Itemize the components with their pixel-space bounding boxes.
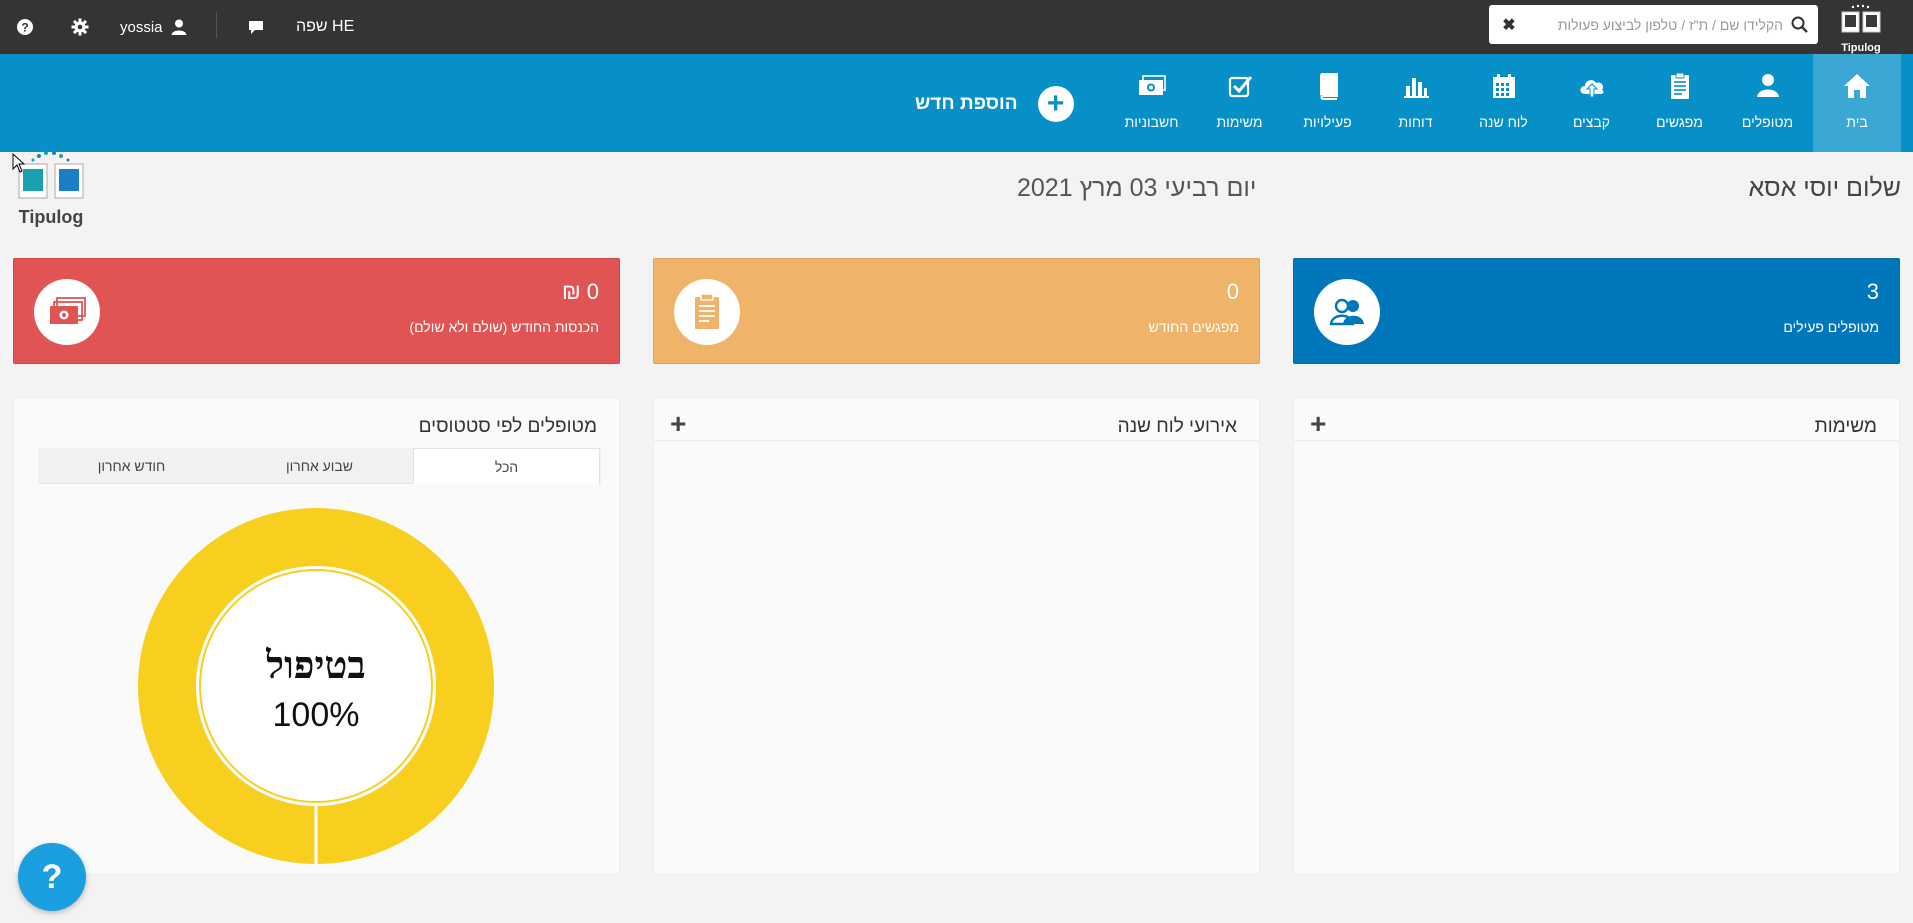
top-bar: ? yossia שפה HE ✖ Tipulog (0, 0, 1913, 54)
patients-by-status-panel: מטופלים לפי סטטוסים הכל שבוע אחרון חודש … (13, 397, 620, 875)
status-panel-title: מטופלים לפי סטטוסים (418, 416, 597, 437)
help-icon[interactable]: ? (15, 0, 35, 54)
calendar-icon (1492, 74, 1515, 98)
nav-item-label: קבצים (1572, 114, 1611, 130)
mouse-cursor-icon (12, 153, 26, 173)
tab-last-week[interactable]: שבוע אחרון (226, 448, 413, 484)
panel-divider (654, 440, 1259, 441)
active-patients-label: מטופלים פעילים (1783, 319, 1879, 335)
status-tabs: הכל שבוע אחרון חודש אחרון (38, 448, 601, 484)
user-icon (1756, 74, 1779, 97)
user-icon (171, 19, 187, 35)
calendar-events-panel: אירועי לוח שנה + (653, 397, 1260, 875)
nav-item-label: משימות (1216, 114, 1263, 130)
topbar-divider (216, 12, 217, 38)
nav-item-label: מטופלים (1741, 114, 1794, 130)
panel-divider (1294, 440, 1899, 441)
active-patients-count: 3 (1866, 279, 1879, 304)
book-icon (1319, 73, 1338, 100)
app-logo-small[interactable]: Tipulog (1835, 4, 1887, 54)
monthly-meetings-label: מפגשים החודש (1148, 319, 1239, 335)
nav-divider (1101, 58, 1102, 148)
donut-center-value: 100% (273, 696, 360, 734)
money-icon (50, 297, 86, 324)
logo-icon (1841, 4, 1881, 33)
money-icon (1138, 75, 1166, 95)
clipboard-icon (1670, 72, 1689, 99)
logo-text: Tipulog (18, 207, 84, 227)
monthly-income-amount: 0 ₪ (561, 279, 599, 304)
nav-item-patients[interactable]: מטופלים (1725, 54, 1810, 152)
cloud-upload-icon (1580, 80, 1604, 98)
nav-item-label: לוח שנה (1479, 114, 1528, 130)
checklist-icon (1228, 76, 1252, 98)
logo-text: Tipulog (1841, 42, 1881, 54)
clear-search-icon[interactable]: ✖ (1499, 15, 1519, 35)
nav-item-calendar[interactable]: לוח שנה (1461, 54, 1546, 152)
search-icon (1791, 16, 1808, 33)
nav-item-activities[interactable]: פעילויות (1285, 54, 1370, 152)
tab-all[interactable]: הכל (413, 448, 600, 484)
nav-item-files[interactable]: קבצים (1549, 54, 1634, 152)
add-event-button[interactable]: + (670, 408, 686, 440)
nav-item-label: חשבוניות (1124, 114, 1179, 130)
patients-icon-circle (1314, 279, 1380, 345)
monthly-meetings-card[interactable]: 0 מפגשים החודש (653, 258, 1260, 364)
chat-icon[interactable] (246, 0, 266, 54)
monthly-income-card[interactable]: 0 ₪ הכנסות החודש (שולם ולא שולם) (13, 258, 620, 364)
tab-last-month[interactable]: חודש אחרון (38, 448, 225, 484)
tasks-panel-title: משימות (1814, 416, 1877, 437)
calendar-panel-title: אירועי לוח שנה (1117, 416, 1237, 437)
status-donut-chart: בטיפול 100% (138, 508, 494, 864)
gear-icon[interactable] (70, 0, 90, 54)
donut-center-label: בטיפול (265, 642, 365, 687)
add-new-button[interactable]: הוספת חדש + (915, 84, 1074, 124)
user-menu[interactable]: yossia (120, 0, 189, 54)
bar-chart-icon (1403, 78, 1429, 98)
plus-circle-icon: + (1037, 86, 1074, 122)
floating-help-button[interactable]: ? (18, 843, 86, 911)
clipboard-icon (695, 293, 719, 329)
nav-item-label: פעילויות (1303, 114, 1352, 130)
add-new-label: הוספת חדש (915, 93, 1018, 114)
main-nav: בית מטופלים מפגשים קבצים לוח שנה דוחות פ… (0, 54, 1913, 152)
income-icon-circle (34, 279, 100, 345)
nav-item-label: בית (1846, 114, 1868, 130)
add-task-button[interactable]: + (1310, 408, 1326, 440)
meetings-icon-circle (674, 279, 740, 345)
language-selector[interactable]: שפה HE (296, 0, 354, 54)
monthly-meetings-count: 0 (1226, 279, 1239, 304)
nav-item-tasks[interactable]: משימות (1197, 54, 1282, 152)
nav-item-invoices[interactable]: חשבוניות (1109, 54, 1194, 152)
search-box: ✖ (1489, 5, 1818, 44)
svg-text:?: ? (21, 21, 28, 35)
greeting-text: שלום יוסי אסא (1748, 174, 1901, 202)
nav-item-label: מפגשים (1656, 114, 1703, 130)
home-icon (1844, 74, 1870, 98)
nav-item-meetings[interactable]: מפגשים (1637, 54, 1722, 152)
nav-item-label: דוחות (1398, 114, 1433, 130)
monthly-income-label: הכנסות החודש (שולם ולא שולם) (409, 319, 599, 335)
username: yossia (120, 18, 163, 36)
tasks-panel: משימות + (1293, 397, 1900, 875)
current-date: יום רביעי 03 מרץ 2021 (1017, 174, 1257, 202)
users-icon (1329, 298, 1364, 326)
active-patients-card[interactable]: 3 מטופלים פעילים (1293, 258, 1900, 364)
search-input[interactable] (1525, 5, 1783, 44)
nav-item-reports[interactable]: דוחות (1373, 54, 1458, 152)
nav-item-home[interactable]: בית (1813, 54, 1901, 152)
